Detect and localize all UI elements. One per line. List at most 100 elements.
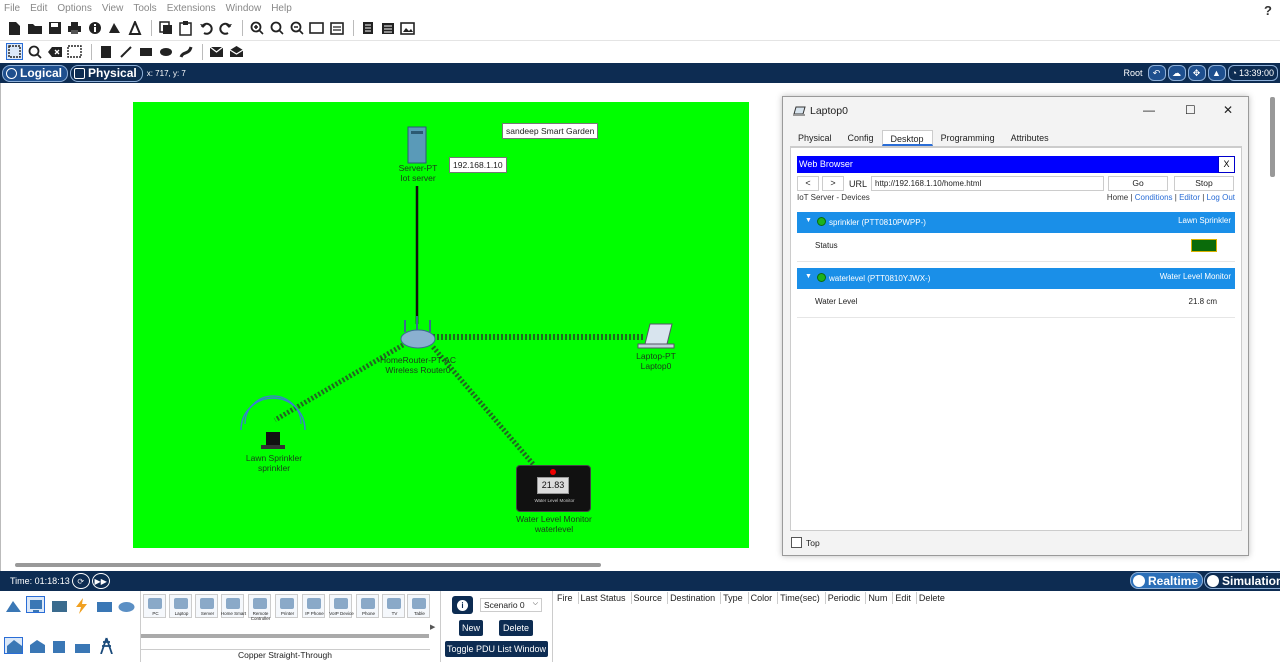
water-level-monitor-device[interactable]: 21.83 Water Level Monitor bbox=[516, 465, 591, 512]
realtime-mode-button[interactable]: Realtime bbox=[1130, 572, 1204, 589]
activity-wizard-icon[interactable] bbox=[126, 20, 143, 37]
stop-button[interactable]: Stop bbox=[1174, 176, 1235, 191]
help-icon[interactable]: ? bbox=[1264, 3, 1272, 18]
select-icon[interactable] bbox=[6, 43, 23, 60]
freeform-icon[interactable] bbox=[177, 43, 194, 60]
top-checkbox-row[interactable]: Top bbox=[791, 537, 820, 548]
device-tv[interactable]: TV bbox=[382, 594, 405, 618]
top-checkbox[interactable] bbox=[791, 537, 802, 548]
scenario-info-button[interactable]: i bbox=[452, 596, 473, 614]
col-periodic[interactable]: Periodic bbox=[826, 592, 867, 604]
end-devices-icon[interactable] bbox=[26, 596, 45, 613]
tab-config[interactable]: Config bbox=[839, 130, 882, 146]
device-phone[interactable]: Phone bbox=[356, 594, 379, 618]
power-cycle-button[interactable]: ⟳ bbox=[71, 573, 90, 589]
col-last-status[interactable]: Last Status bbox=[579, 592, 632, 604]
back-icon[interactable]: ↶ bbox=[1147, 65, 1166, 81]
menu-options[interactable]: Options bbox=[57, 3, 91, 14]
col-num[interactable]: Num bbox=[866, 592, 894, 604]
drawing-palette-icon[interactable] bbox=[308, 20, 325, 37]
router-label[interactable]: HomeRouter-PT-AC Wireless Router0 bbox=[370, 355, 466, 375]
laptop-window-titlebar[interactable]: Laptop0 bbox=[783, 97, 1248, 125]
device-printer[interactable]: Printer bbox=[275, 594, 298, 618]
vertical-scrollbar[interactable] bbox=[1270, 97, 1275, 177]
tower-icon[interactable] bbox=[97, 637, 116, 654]
device-home-smart[interactable]: Home Smart bbox=[221, 594, 246, 618]
tab-desktop[interactable]: Desktop bbox=[881, 130, 933, 146]
device-pc[interactable]: PC bbox=[143, 594, 166, 618]
tab-programming[interactable]: Programming bbox=[932, 130, 1003, 146]
menu-edit[interactable]: Edit bbox=[30, 3, 47, 14]
custom-devices-icon[interactable] bbox=[328, 20, 345, 37]
inspect-icon[interactable] bbox=[26, 43, 43, 60]
col-destination[interactable]: Destination bbox=[668, 592, 722, 604]
menu-extensions[interactable]: Extensions bbox=[167, 3, 216, 14]
url-input[interactable]: http://192.168.1.10/home.html bbox=[871, 176, 1105, 191]
scenario-select[interactable]: Scenario 0 ⌵ bbox=[480, 598, 542, 612]
col-color[interactable]: Color bbox=[749, 592, 779, 604]
device-bar-sprinkler[interactable]: ▼ sprinkler (PTT0810PWPP-) Lawn Sprinkle… bbox=[797, 212, 1235, 233]
col-delete[interactable]: Delete bbox=[917, 592, 950, 604]
device-remote-controller[interactable]: Remote Controller bbox=[248, 594, 271, 621]
menu-tools[interactable]: Tools bbox=[133, 3, 156, 14]
connections-icon[interactable] bbox=[72, 597, 91, 614]
laptop-label[interactable]: Laptop-PT Laptop0 bbox=[624, 351, 688, 371]
editor-link[interactable]: Editor bbox=[1179, 193, 1200, 202]
power-grid-icon[interactable] bbox=[73, 638, 92, 655]
logout-link[interactable]: Log Out bbox=[1207, 193, 1235, 202]
col-time[interactable]: Time(sec) bbox=[778, 592, 826, 604]
zoom-in-icon[interactable] bbox=[248, 20, 265, 37]
redo-icon[interactable] bbox=[217, 20, 234, 37]
industrial-icon[interactable] bbox=[50, 638, 69, 655]
horizontal-scrollbar[interactable] bbox=[15, 563, 601, 567]
zoom-reset-icon[interactable] bbox=[268, 20, 285, 37]
sprinkler-status-toggle[interactable] bbox=[1191, 239, 1217, 252]
browser-close-button[interactable]: X bbox=[1218, 156, 1235, 173]
simulation-mode-button[interactable]: Simulation bbox=[1204, 572, 1280, 589]
physical-tab[interactable]: Physical bbox=[70, 64, 143, 82]
forward-button[interactable]: > bbox=[822, 176, 844, 191]
device-voip[interactable]: VoIP Device bbox=[329, 594, 354, 618]
tab-physical[interactable]: Physical bbox=[790, 130, 840, 146]
tab-attributes[interactable]: Attributes bbox=[1002, 130, 1057, 146]
draw-ellipse-icon[interactable] bbox=[157, 43, 174, 60]
device-ip-phone[interactable]: IP Phone bbox=[302, 594, 325, 618]
delete-scenario-button[interactable]: Delete bbox=[499, 620, 533, 636]
close-button[interactable]: ✕ bbox=[1223, 103, 1233, 117]
garden-note[interactable]: sandeep Smart Garden bbox=[502, 123, 599, 139]
toggle-pdu-list-button[interactable]: Toggle PDU List Window bbox=[445, 641, 548, 657]
server-label[interactable]: Server-PT Iot server bbox=[380, 163, 456, 183]
draw-line-icon[interactable] bbox=[117, 43, 134, 60]
components-icon[interactable] bbox=[50, 598, 69, 615]
add-complex-pdu-icon[interactable] bbox=[228, 43, 245, 60]
conditions-link[interactable]: Conditions bbox=[1135, 193, 1173, 202]
device-laptop[interactable]: Laptop bbox=[169, 594, 192, 618]
network-devices-icon[interactable] bbox=[4, 598, 23, 615]
smart-city-icon[interactable] bbox=[28, 638, 47, 655]
panel-expand-arrow-icon[interactable]: ▶ bbox=[430, 623, 435, 631]
minimize-button[interactable]: — bbox=[1143, 103, 1155, 117]
col-type[interactable]: Type bbox=[721, 592, 749, 604]
notes-icon[interactable] bbox=[359, 20, 376, 37]
device-server[interactable]: Server bbox=[195, 594, 218, 618]
home-link[interactable]: Home bbox=[1107, 193, 1128, 202]
device-list-scrollbar[interactable] bbox=[141, 634, 429, 638]
copy-icon[interactable] bbox=[157, 20, 174, 37]
list-view-icon[interactable] bbox=[379, 20, 396, 37]
col-edit[interactable]: Edit bbox=[893, 592, 917, 604]
draw-rectangle-icon[interactable] bbox=[137, 43, 154, 60]
multiuser-icon[interactable] bbox=[117, 598, 136, 615]
menu-file[interactable]: File bbox=[4, 3, 20, 14]
background-image-icon[interactable]: ▲ bbox=[1207, 65, 1226, 81]
home-subcategory-icon[interactable] bbox=[4, 637, 23, 654]
delete-icon[interactable] bbox=[46, 43, 63, 60]
undo-icon[interactable] bbox=[197, 20, 214, 37]
device-bar-waterlevel[interactable]: ▼ waterlevel (PTT0810YJWX-) Water Level … bbox=[797, 268, 1235, 289]
print-icon[interactable] bbox=[66, 20, 83, 37]
info-icon[interactable] bbox=[86, 20, 103, 37]
paste-icon[interactable] bbox=[177, 20, 194, 37]
col-fire[interactable]: Fire bbox=[555, 592, 579, 604]
device-tablet[interactable]: Table bbox=[407, 594, 430, 618]
open-folder-icon[interactable] bbox=[26, 20, 43, 37]
back-button[interactable]: < bbox=[797, 176, 819, 191]
